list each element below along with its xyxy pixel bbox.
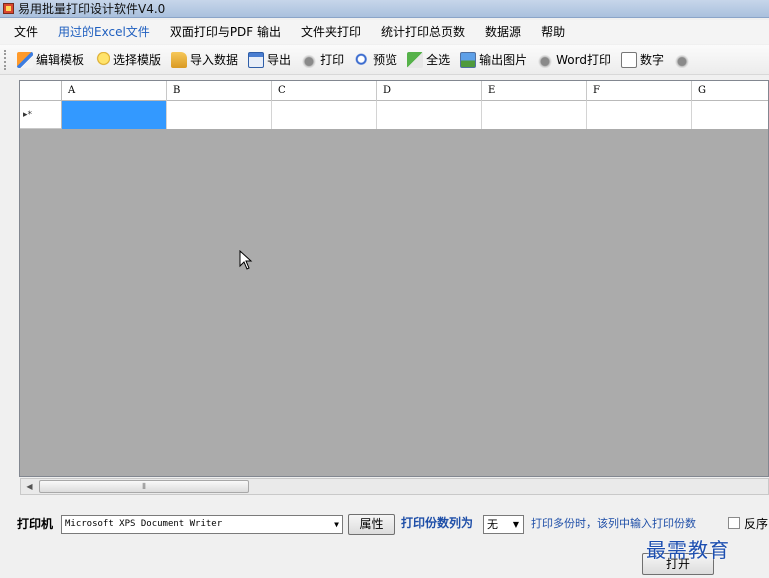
- more-button[interactable]: [670, 48, 694, 72]
- import-data-label: 导入数据: [190, 53, 239, 67]
- new-row-marker[interactable]: ▸*: [20, 101, 62, 129]
- scroll-left-icon[interactable]: ◀: [21, 479, 38, 494]
- menu-help[interactable]: 帮助: [531, 20, 575, 44]
- word-print-label: Word打印: [556, 53, 611, 67]
- menu-folder-print[interactable]: 文件夹打印: [291, 20, 371, 44]
- select-all-button[interactable]: 全选: [403, 48, 454, 72]
- menu-recent-excel[interactable]: 用过的Excel文件: [48, 20, 160, 44]
- reverse-order-checkbox[interactable]: [728, 517, 740, 529]
- column-header-a[interactable]: A: [62, 81, 167, 101]
- printer-select[interactable]: Microsoft XPS Document Writer ▼: [61, 515, 343, 534]
- print-button[interactable]: 打印: [297, 48, 348, 72]
- select-template-button[interactable]: 选择模版: [90, 48, 165, 72]
- printer-icon: [537, 51, 554, 68]
- copies-select-value: 无: [487, 518, 498, 531]
- reverse-order-label[interactable]: 反序: [744, 515, 768, 532]
- menu-file[interactable]: 文件: [4, 20, 48, 44]
- grid-cell-g1[interactable]: [692, 101, 768, 129]
- app-icon: [3, 3, 14, 14]
- grid-cell-f1[interactable]: [587, 101, 692, 129]
- data-grid[interactable]: A B C D E F G ▸*: [19, 80, 769, 477]
- edit-template-button[interactable]: 编辑模板: [13, 48, 88, 72]
- printer-select-value: Microsoft XPS Document Writer: [65, 519, 223, 529]
- toolbar: 编辑模板 选择模版 导入数据 导出 打印 预览 全选 输出图片 Word打印 数…: [0, 45, 769, 75]
- title-bar: 易用批量打印设计软件V4.0: [0, 0, 769, 18]
- printer-label: 打印机: [17, 517, 54, 531]
- grid-cell-c1[interactable]: [272, 101, 377, 129]
- folder-open-icon: [171, 51, 188, 68]
- scrollbar-thumb[interactable]: ⦀: [39, 480, 249, 493]
- pencil-icon: [17, 51, 33, 68]
- dropdown-arrow-icon: ▼: [512, 520, 519, 529]
- export-image-button[interactable]: 输出图片: [456, 48, 531, 72]
- number-button[interactable]: 数字: [617, 48, 668, 72]
- table-row: ▸*: [20, 101, 768, 129]
- grid-corner-cell[interactable]: [20, 81, 62, 101]
- preview-label: 预览: [373, 53, 398, 67]
- menu-duplex-pdf[interactable]: 双面打印与PDF 输出: [160, 20, 291, 44]
- export-label: 导出: [267, 53, 292, 67]
- grid-cell-b1[interactable]: [167, 101, 272, 129]
- edit-template-label: 编辑模板: [36, 53, 85, 67]
- export-button[interactable]: 导出: [244, 48, 295, 72]
- print-label: 打印: [320, 53, 345, 67]
- printer-icon: [674, 51, 690, 68]
- toolbar-grip[interactable]: [4, 49, 8, 70]
- horizontal-scrollbar[interactable]: ◀ ⦀: [20, 478, 769, 495]
- export-image-label: 输出图片: [479, 53, 528, 67]
- word-print-button[interactable]: Word打印: [533, 48, 615, 72]
- menu-page-count[interactable]: 统计打印总页数: [371, 20, 475, 44]
- column-header-f[interactable]: F: [587, 81, 692, 101]
- picture-icon: [460, 51, 477, 68]
- checklist-icon: [407, 51, 424, 68]
- import-data-button[interactable]: 导入数据: [167, 48, 242, 72]
- select-template-label: 选择模版: [113, 53, 162, 67]
- column-header-g[interactable]: G: [692, 81, 768, 101]
- grid-cell-a1[interactable]: [62, 101, 167, 129]
- grid-cell-d1[interactable]: [377, 101, 482, 129]
- select-all-label: 全选: [426, 53, 451, 67]
- column-header-c[interactable]: C: [272, 81, 377, 101]
- window-title: 易用批量打印设计软件V4.0: [18, 2, 166, 16]
- column-header-e[interactable]: E: [482, 81, 587, 101]
- printer-icon: [301, 51, 318, 68]
- number-label: 数字: [639, 53, 664, 67]
- magnifier-icon: [354, 51, 371, 68]
- document-icon: [620, 51, 637, 68]
- menu-datasource[interactable]: 数据源: [475, 20, 531, 44]
- template-icon: [94, 51, 111, 68]
- dropdown-arrow-icon: ▼: [334, 520, 339, 529]
- properties-button[interactable]: 属性: [348, 514, 395, 535]
- copies-column-label: 打印份数列为: [401, 516, 474, 530]
- grid-cell-e1[interactable]: [482, 101, 587, 129]
- menu-bar: 文件 用过的Excel文件 双面打印与PDF 输出 文件夹打印 统计打印总页数 …: [0, 20, 769, 44]
- preview-button[interactable]: 预览: [350, 48, 401, 72]
- save-icon: [248, 51, 265, 68]
- copies-column-select[interactable]: 无 ▼: [483, 515, 524, 534]
- watermark: 最需教育: [646, 538, 730, 562]
- mouse-cursor-icon: [239, 250, 253, 270]
- copies-hint: 打印多份时，该列中输入打印份数: [531, 517, 696, 530]
- column-header-d[interactable]: D: [377, 81, 482, 101]
- column-header-b[interactable]: B: [167, 81, 272, 101]
- grid-header-row: A B C D E F G: [20, 81, 768, 101]
